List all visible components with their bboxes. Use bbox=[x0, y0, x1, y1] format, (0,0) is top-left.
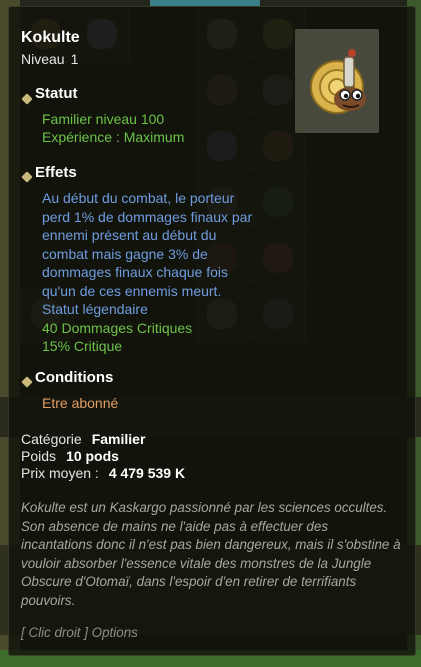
price-row: Prix moyen : 4 479 539 K bbox=[21, 465, 185, 481]
weight-row: Poids 10 pods bbox=[21, 448, 119, 464]
item-tooltip: Kokulte Niveau 1 Statut Familier niveau 1… bbox=[8, 6, 416, 656]
effect-stat: 40 Dommages Critiques bbox=[42, 319, 193, 336]
weight-label: Poids bbox=[21, 448, 57, 464]
effect-stat: 15% Critique bbox=[42, 338, 123, 354]
price-label: Prix moyen : bbox=[21, 465, 99, 481]
effects-list: Au début du combat, le porteur perd 1% d… bbox=[42, 189, 292, 356]
effect-line: dommages finaux chaque fois bbox=[42, 264, 228, 280]
kokulte-snail-portrait-icon bbox=[310, 49, 366, 114]
section-diamond-icon bbox=[21, 171, 33, 183]
item-level: Niveau 1 bbox=[21, 51, 78, 67]
category-row: Catégorie Familier bbox=[21, 431, 145, 447]
effect-line: combat mais gagne 3% de bbox=[42, 245, 208, 262]
price-value: 4 479 539 K bbox=[108, 465, 186, 481]
section-title-conditions: Conditions bbox=[35, 369, 114, 386]
statut-line: Expérience : Maximum bbox=[42, 129, 185, 145]
category-value: Familier bbox=[91, 431, 146, 447]
effect-line: Au début du combat, le porteur bbox=[42, 190, 235, 206]
section-title-effets: Effets bbox=[35, 164, 77, 181]
section-diamond-icon bbox=[21, 376, 33, 388]
item-portrait bbox=[295, 29, 379, 133]
level-value: 1 bbox=[70, 51, 79, 67]
effect-line: ennemi présent au début du bbox=[42, 227, 217, 243]
category-label: Catégorie bbox=[21, 431, 82, 447]
item-name: Kokulte bbox=[21, 29, 80, 46]
statut-line: Familier niveau 100 bbox=[42, 111, 165, 127]
weight-value: 10 pods bbox=[66, 448, 119, 464]
section-diamond-icon bbox=[21, 93, 33, 105]
section-title-statut: Statut bbox=[35, 85, 78, 102]
effect-line: perd 1% de dommages finaux par bbox=[42, 208, 253, 225]
options-hint: [ Clic droit ] Options bbox=[21, 625, 138, 640]
level-label: Niveau bbox=[21, 51, 65, 67]
effect-line: qu'un de ces ennemis meurt. bbox=[42, 282, 222, 299]
item-description: Kokulte est un Kaskargo passionné par le… bbox=[21, 500, 401, 608]
effect-line: Statut légendaire bbox=[42, 301, 148, 317]
condition-line: Etre abonné bbox=[42, 395, 119, 411]
